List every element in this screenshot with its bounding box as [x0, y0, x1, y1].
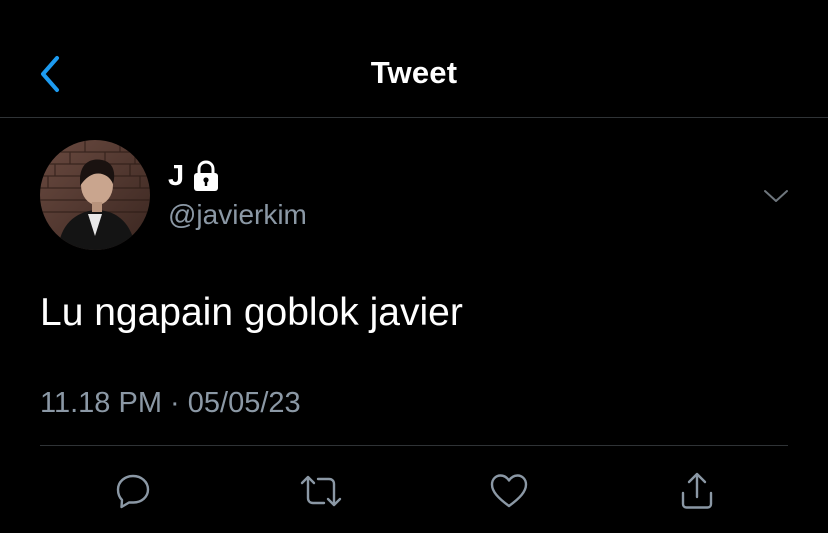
heart-icon — [490, 474, 528, 508]
timestamp-separator: · — [170, 387, 180, 419]
tweet-author: J @javierkim — [168, 158, 307, 232]
top-bar: Tweet — [0, 0, 828, 118]
user-handle[interactable]: @javierkim — [168, 198, 307, 232]
display-name-row: J — [168, 158, 307, 194]
lock-icon — [192, 160, 220, 192]
tweet-actions — [0, 466, 828, 516]
reply-icon — [116, 474, 150, 509]
avatar[interactable] — [40, 140, 150, 250]
page-title: Tweet — [370, 55, 458, 90]
tweet-date[interactable]: 05/05/23 — [188, 387, 301, 419]
chevron-down-icon — [764, 190, 788, 202]
divider — [40, 445, 788, 446]
share-icon — [681, 472, 713, 509]
more-options-button[interactable] — [758, 180, 794, 212]
tweet-timestamp: 11.18 PM · 05/05/23 — [40, 384, 301, 422]
tweet-time[interactable]: 11.18 PM — [40, 387, 162, 419]
like-button[interactable] — [484, 466, 534, 516]
retweet-button[interactable] — [296, 466, 346, 516]
reply-button[interactable] — [108, 466, 158, 516]
tweet-text: Lu ngapain goblok javier — [40, 291, 463, 334]
share-button[interactable] — [672, 466, 722, 516]
retweet-icon — [300, 475, 342, 507]
display-name[interactable]: J — [168, 158, 184, 194]
